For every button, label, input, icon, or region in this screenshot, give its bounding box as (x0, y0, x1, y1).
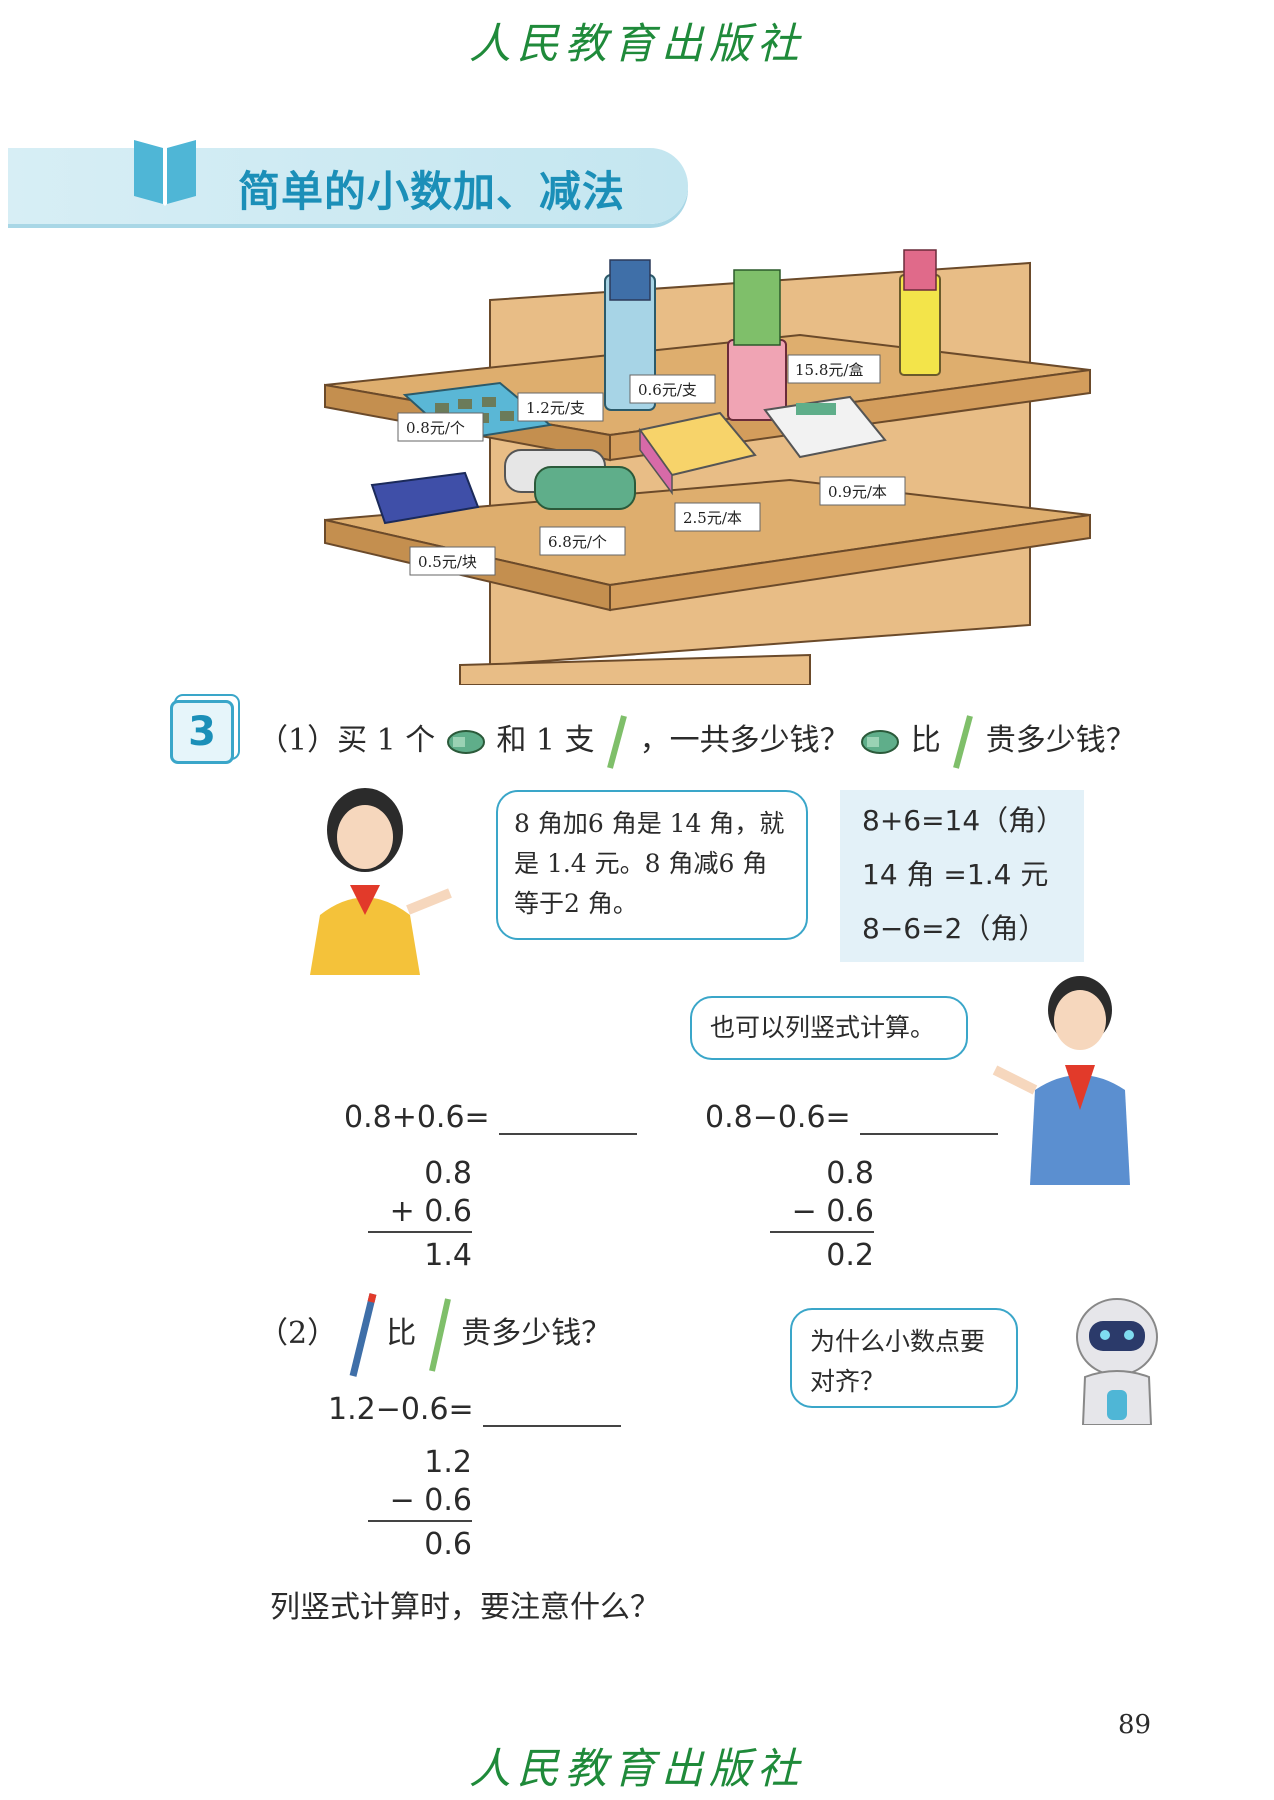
v2-result: 0.2 (826, 1238, 874, 1273)
equation-1: 0.8+0.6= (344, 1100, 638, 1135)
eq1-text: 0.8+0.6= (344, 1100, 490, 1135)
v3-result: 0.6 (424, 1527, 472, 1562)
price-white-notebook: 0.9元/本 (828, 483, 887, 501)
q1-text-c: ，一共多少钱？ (639, 723, 850, 758)
v3-line (368, 1520, 472, 1522)
q1-text-b: 和 1 支 (496, 723, 595, 758)
green-pencil-icon (607, 715, 627, 769)
equation-3: 1.2−0.6= (328, 1392, 622, 1427)
question-part1: （1）买 1 个 和 1 支 ，一共多少钱？ 比 贵多少钱？ (258, 712, 1136, 772)
v3-top: 1.2 (424, 1445, 472, 1480)
v2-top: 0.8 (826, 1156, 874, 1191)
vertical-calc-1: 0.8 + 0.6 1.4 (368, 1155, 472, 1275)
q1-text-a: （1）买 1 个 (258, 723, 436, 758)
calculation-box: 8+6=14（角） 14 角 =1.4 元 8−6=2（角） (840, 790, 1084, 962)
book-icon (134, 140, 196, 206)
publisher-logo-bottom: 人民教育出版社 (468, 1744, 805, 1793)
green-pencil-icon-3 (428, 1298, 451, 1372)
q2-text-c: 贵多少钱？ (461, 1316, 612, 1351)
price-pencil-case: 6.8元/个 (548, 533, 607, 551)
boy-illustration (992, 976, 1130, 1185)
eq1-answer-blank[interactable] (499, 1103, 638, 1135)
v2-line (770, 1231, 874, 1233)
eq3-text: 1.2−0.6= (328, 1392, 474, 1427)
girl-speech-bubble: 8 角加6 角是 14 角，就是 1.4 元。8 角减6 角等于2 角。 (496, 790, 808, 940)
price-blue-pencil: 1.2元/支 (526, 399, 585, 417)
robot-speech-bubble: 为什么小数点要对齐？ (790, 1308, 1018, 1408)
store-shelf-illustration: 0.8元/个 1.2元/支 0.6元/支 15.8元/盒 0.5元/块 6.8元… (324, 249, 1091, 685)
price-yellow-notebook: 2.5元/本 (683, 509, 742, 527)
q1-text-d: 比 (910, 723, 941, 758)
sharpener-icon-2 (861, 730, 900, 754)
question-number-badge: 3 (170, 700, 234, 764)
price-green-pencil: 0.6元/支 (638, 381, 697, 399)
q1-text-e: 贵多少钱？ (985, 723, 1136, 758)
calc-line-3: 8−6=2（角） (862, 912, 1047, 945)
closing-question: 列竖式计算时，要注意什么？ (270, 1590, 660, 1625)
calc-line-2: 14 角 =1.4 元 (862, 858, 1049, 891)
q2-text-a: （2） (258, 1316, 338, 1351)
v1-line (368, 1231, 472, 1233)
sharpener-icon (446, 730, 485, 754)
green-pencil-icon-2 (953, 715, 974, 769)
v1-result: 1.4 (424, 1238, 472, 1273)
vertical-calc-2: 0.8 − 0.6 0.2 (770, 1155, 874, 1275)
price-markers: 15.8元/盒 (795, 361, 863, 379)
calc-line-1: 8+6=14（角） (862, 804, 1065, 837)
publisher-logo-top: 人民教育出版社 (468, 19, 805, 68)
section-title: 简单的小数加、减法 (238, 167, 626, 216)
question-part2: （2） 比 贵多少钱？ (258, 1290, 611, 1380)
q2-text-b: 比 (386, 1316, 417, 1351)
boy-speech-bubble: 也可以列竖式计算。 (690, 996, 968, 1060)
eq2-answer-blank[interactable] (860, 1103, 999, 1135)
girl-illustration (310, 788, 452, 975)
v1-mid: + 0.6 (389, 1194, 472, 1229)
v1-top: 0.8 (424, 1156, 472, 1191)
blue-pencil-icon (349, 1293, 377, 1377)
equation-2: 0.8−0.6= (705, 1100, 999, 1135)
price-sharpener: 0.8元/个 (406, 419, 465, 437)
v3-mid: − 0.6 (389, 1483, 472, 1518)
eq3-answer-blank[interactable] (483, 1395, 622, 1427)
vertical-calc-3: 1.2 − 0.6 0.6 (368, 1444, 472, 1564)
eq2-text: 0.8−0.6= (705, 1100, 851, 1135)
v2-mid: − 0.6 (791, 1194, 874, 1229)
price-eraser: 0.5元/块 (418, 553, 477, 571)
robot-illustration (1076, 1298, 1158, 1425)
